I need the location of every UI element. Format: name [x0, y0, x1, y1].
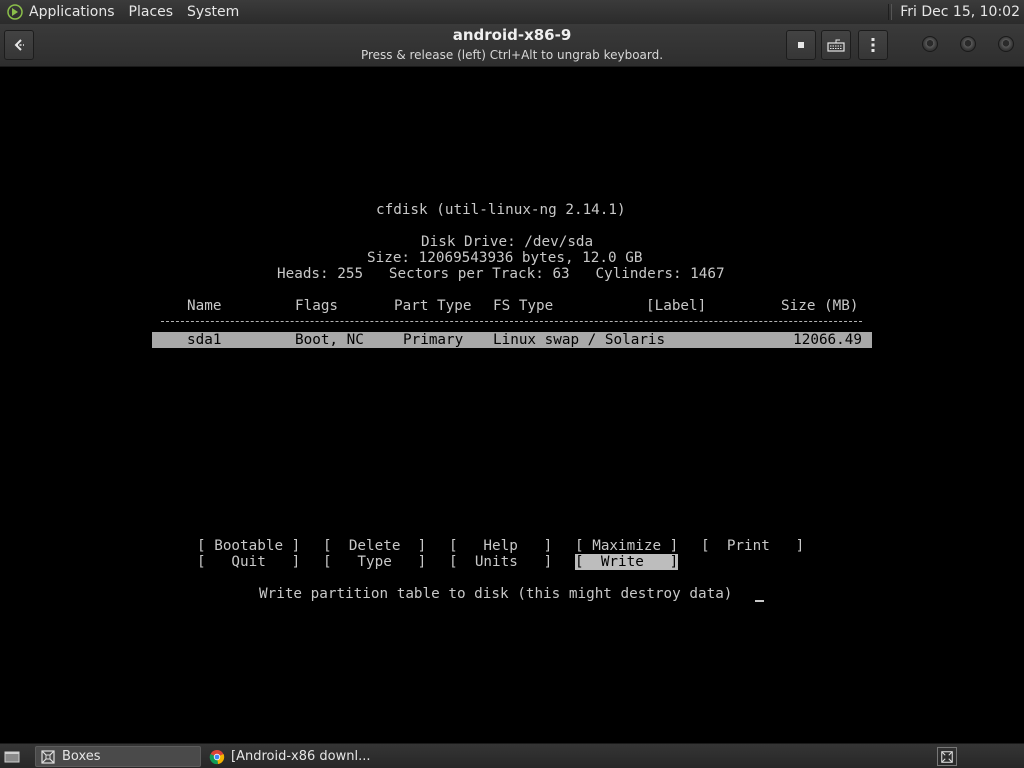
column-header-fs-type: FS Type: [493, 298, 554, 314]
stop-button[interactable]: [786, 30, 816, 60]
text-cursor: [755, 600, 764, 602]
disk-size-info: Size: 12069543936 bytes, 12.0 GB: [367, 250, 643, 266]
command-bootable[interactable]: [ Bootable ]: [197, 538, 300, 554]
boxes-icon: [41, 749, 55, 764]
distro-logo-icon[interactable]: [7, 4, 23, 20]
taskbar-item-boxes[interactable]: Boxes: [35, 746, 201, 767]
vertical-dots-icon: [871, 38, 875, 52]
bottom-taskbar: Boxes [Android-x86 downl...: [0, 743, 1024, 768]
taskbar-item-label: Boxes: [62, 749, 101, 764]
vm-title: android-x86-9: [452, 26, 572, 44]
partition-part-type: Primary: [403, 332, 464, 348]
vm-subtitle: Press & release (left) Ctrl+Alt to ungra…: [360, 48, 664, 62]
command-quit[interactable]: [ Quit ]: [197, 554, 300, 570]
boxes-tray-icon: [941, 750, 953, 763]
taskbar-item-browser[interactable]: [Android-x86 downl...: [205, 746, 405, 767]
table-header-divider: [161, 321, 862, 322]
maximize-window-button[interactable]: [960, 36, 976, 52]
command-maximize[interactable]: [ Maximize ]: [575, 538, 678, 554]
panel-clock[interactable]: Fri Dec 15, 10:02: [900, 4, 1020, 20]
boxes-header-bar: android-x86-9 Press & release (left) Ctr…: [0, 24, 1024, 67]
column-header-flags: Flags: [295, 298, 339, 314]
column-header-part-type: Part Type: [394, 298, 472, 314]
partition-row-selected[interactable]: sda1 Boot, NC Primary Linux swap / Solar…: [152, 332, 872, 348]
show-desktop-button[interactable]: [2, 746, 22, 767]
minimize-window-button[interactable]: [922, 36, 938, 52]
properties-menu-button[interactable]: [858, 30, 888, 60]
status-line: Write partition table to disk (this migh…: [259, 586, 733, 602]
command-type[interactable]: [ Type ]: [323, 554, 426, 570]
vm-display[interactable]: cfdisk (util-linux-ng 2.14.1) Disk Drive…: [0, 67, 1024, 743]
keyboard-icon: [827, 39, 845, 52]
command-write-selected[interactable]: [ Write ]: [575, 554, 679, 570]
back-arrow-icon: [14, 39, 24, 51]
close-window-button[interactable]: [998, 36, 1014, 52]
column-header-size: Size (MB): [781, 298, 859, 314]
show-desktop-icon: [4, 751, 20, 762]
send-keys-button[interactable]: [821, 30, 851, 60]
command-help[interactable]: [ Help ]: [449, 538, 552, 554]
menu-system[interactable]: System: [187, 4, 239, 20]
taskbar-item-label: [Android-x86 downl...: [231, 749, 371, 764]
program-title: cfdisk (util-linux-ng 2.14.1): [376, 202, 626, 218]
column-header-name: Name: [187, 298, 222, 314]
disk-geometry-info: Heads: 255 Sectors per Track: 63 Cylinde…: [277, 266, 725, 282]
chrome-icon: [209, 749, 225, 764]
column-header-label: [Label]: [646, 298, 707, 314]
back-button[interactable]: [4, 30, 34, 60]
partition-name: sda1: [187, 332, 222, 348]
partition-size: 12066.49: [793, 332, 862, 348]
partition-fs-type: Linux swap / Solaris: [493, 332, 666, 348]
tray-boxes-icon[interactable]: [937, 747, 957, 766]
panel-separator: [888, 4, 893, 20]
top-panel: Applications Places System Fri Dec 15, 1…: [0, 0, 1024, 24]
stop-icon: [798, 42, 804, 48]
command-units[interactable]: [ Units ]: [449, 554, 552, 570]
disk-drive-info: Disk Drive: /dev/sda: [421, 234, 594, 250]
menu-applications[interactable]: Applications: [29, 4, 115, 20]
partition-flags: Boot, NC: [295, 332, 364, 348]
command-print[interactable]: [ Print ]: [701, 538, 804, 554]
menu-places[interactable]: Places: [129, 4, 174, 20]
command-delete[interactable]: [ Delete ]: [323, 538, 426, 554]
